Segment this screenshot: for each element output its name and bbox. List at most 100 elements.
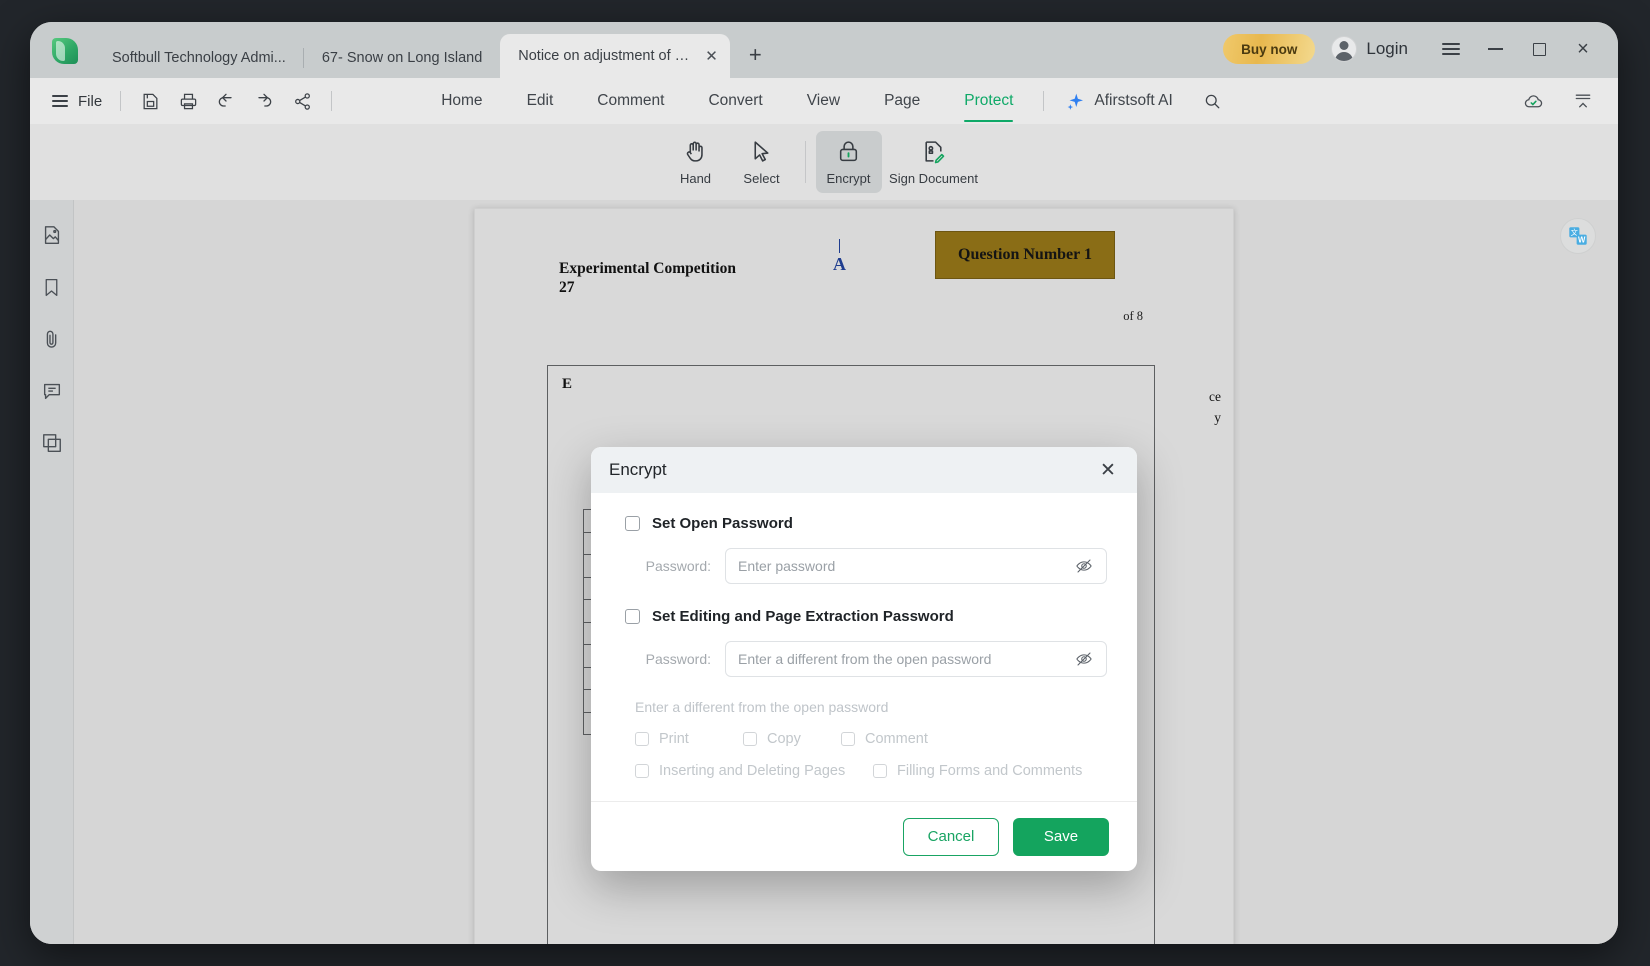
open-password-label: Password: (645, 558, 711, 574)
permission-insert-delete-pages-checkbox[interactable] (635, 764, 649, 778)
permissions-row-2: Inserting and Deleting Pages Filling For… (625, 763, 1107, 779)
tab-comment[interactable]: Comment (575, 85, 686, 117)
maximize-button[interactable] (1518, 32, 1560, 66)
search-icon[interactable] (1195, 86, 1229, 116)
bookmark-icon[interactable] (39, 274, 65, 300)
set-editing-password-checkbox[interactable] (625, 609, 640, 624)
toggle-open-password-visibility-icon[interactable] (1074, 556, 1094, 576)
minimize-button[interactable] (1474, 32, 1516, 66)
menu-label: Convert (708, 92, 763, 109)
buy-now-button[interactable]: Buy now (1223, 34, 1316, 64)
set-editing-password-label: Set Editing and Page Extraction Password (652, 608, 954, 625)
cloud-sync-icon[interactable] (1516, 86, 1550, 116)
minimize-icon (1487, 48, 1503, 50)
permission-copy[interactable]: Copy (743, 731, 841, 747)
permission-insert-delete-pages[interactable]: Inserting and Deleting Pages (635, 763, 873, 779)
open-password-input[interactable]: Enter password (725, 548, 1107, 584)
login-button[interactable]: Login (1331, 36, 1408, 62)
login-label: Login (1366, 39, 1408, 58)
cancel-button[interactable]: Cancel (903, 817, 999, 856)
collapse-ribbon-icon[interactable] (1566, 86, 1600, 116)
close-window-button[interactable]: × (1562, 32, 1604, 66)
permission-print[interactable]: Print (635, 731, 743, 747)
tool-hand[interactable]: Hand (663, 131, 729, 193)
tool-sign-document[interactable]: Sign Document (882, 131, 986, 193)
permission-filling-forms[interactable]: Filling Forms and Comments (873, 763, 1082, 779)
tab-snow-long-island[interactable]: 67- Snow on Long Island (304, 38, 500, 78)
tab-protect[interactable]: Protect (942, 85, 1035, 123)
save-icon[interactable] (133, 86, 167, 116)
desktop-background: Softbull Technology Admi... 67- Snow on … (0, 0, 1650, 966)
editing-password-label: Password: (645, 651, 711, 667)
permission-comment[interactable]: Comment (841, 731, 928, 747)
set-open-password-checkbox-row[interactable]: Set Open Password (625, 515, 1107, 532)
afirstsoft-ai-button[interactable]: Afirstsoft AI (1052, 92, 1186, 111)
save-button[interactable]: Save (1013, 817, 1109, 856)
file-menu-icon (52, 91, 68, 110)
tab-page[interactable]: Page (862, 85, 942, 117)
set-open-password-checkbox[interactable] (625, 516, 640, 531)
print-icon[interactable] (171, 86, 205, 116)
app-logo-icon (52, 38, 78, 64)
file-menu-label: File (78, 92, 103, 110)
divider (804, 141, 806, 183)
layers-icon[interactable] (39, 430, 65, 456)
avatar-icon (1331, 36, 1358, 62)
tab-label: Notice on adjustment of S... (518, 48, 691, 64)
pdf-app-window: Softbull Technology Admi... 67- Snow on … (30, 22, 1618, 944)
tab-view[interactable]: View (785, 85, 862, 117)
title-bar-actions: Buy now Login × (1223, 32, 1618, 66)
permission-filling-forms-checkbox[interactable] (873, 764, 887, 778)
dialog-close-icon[interactable]: ✕ (1095, 457, 1121, 483)
menu-right-group (1516, 86, 1600, 116)
title-bar: Softbull Technology Admi... 67- Snow on … (30, 22, 1618, 78)
toggle-editing-password-visibility-icon[interactable] (1074, 649, 1094, 669)
menu-label: Edit (526, 92, 554, 109)
dialog-footer: Cancel Save (591, 801, 1137, 871)
permission-copy-checkbox[interactable] (743, 732, 757, 746)
share-icon[interactable] (285, 86, 319, 116)
tab-notice-adjustment[interactable]: Notice on adjustment of S... ✕ (500, 34, 731, 78)
permission-print-checkbox[interactable] (635, 732, 649, 746)
tool-label: Encrypt (826, 170, 871, 186)
permission-insert-delete-pages-label: Inserting and Deleting Pages (659, 763, 846, 779)
encrypt-dialog: Encrypt ✕ Set Open Password Password: En… (591, 447, 1137, 871)
tool-label: Hand (679, 170, 712, 186)
tool-select[interactable]: Select (729, 131, 795, 193)
tool-encrypt[interactable]: Encrypt (815, 131, 882, 193)
menu-label: Protect (964, 92, 1014, 109)
divider (331, 91, 333, 111)
menu-left-group: File (48, 86, 340, 116)
menu-label: Home (441, 92, 483, 109)
set-editing-password-checkbox-row[interactable]: Set Editing and Page Extraction Password (625, 608, 1107, 625)
tab-home[interactable]: Home (419, 85, 504, 117)
redo-icon[interactable] (247, 86, 281, 116)
tab-convert[interactable]: Convert (686, 85, 784, 117)
main-menu-button[interactable] (1430, 32, 1472, 66)
attachments-icon[interactable] (39, 326, 65, 352)
open-password-row: Password: Enter password (625, 548, 1107, 584)
editing-password-input[interactable]: Enter a different from the open password (725, 641, 1107, 677)
new-tab-button[interactable]: + (738, 38, 772, 72)
thumbnails-icon[interactable] (39, 222, 65, 248)
permission-comment-checkbox[interactable] (841, 732, 855, 746)
tab-edit[interactable]: Edit (505, 85, 576, 117)
undo-icon[interactable] (209, 86, 243, 116)
permissions-row-1: Print Copy Comment (625, 731, 1107, 747)
dialog-header: Encrypt ✕ (591, 447, 1137, 493)
menu-label: Page (884, 92, 921, 109)
divider (120, 91, 122, 111)
ai-label: Afirstsoft AI (1094, 92, 1173, 109)
set-open-password-label: Set Open Password (652, 515, 793, 532)
hamburger-icon (1442, 39, 1460, 58)
tab-label: Softbull Technology Admi... (112, 50, 286, 66)
file-menu-button[interactable]: File (48, 91, 108, 110)
comments-icon[interactable] (39, 378, 65, 404)
protect-ribbon: Hand Select Encrypt Sign Document (30, 124, 1618, 200)
dialog-title: Encrypt (609, 460, 667, 479)
tab-close-icon[interactable]: ✕ (703, 47, 720, 65)
document-viewport[interactable]: Experimental Competition 27 A Question N… (74, 200, 1618, 944)
modal-overlay: Encrypt ✕ Set Open Password Password: En… (74, 200, 1618, 944)
tab-softbull[interactable]: Softbull Technology Admi... (94, 38, 304, 78)
maximize-icon (1532, 42, 1546, 56)
